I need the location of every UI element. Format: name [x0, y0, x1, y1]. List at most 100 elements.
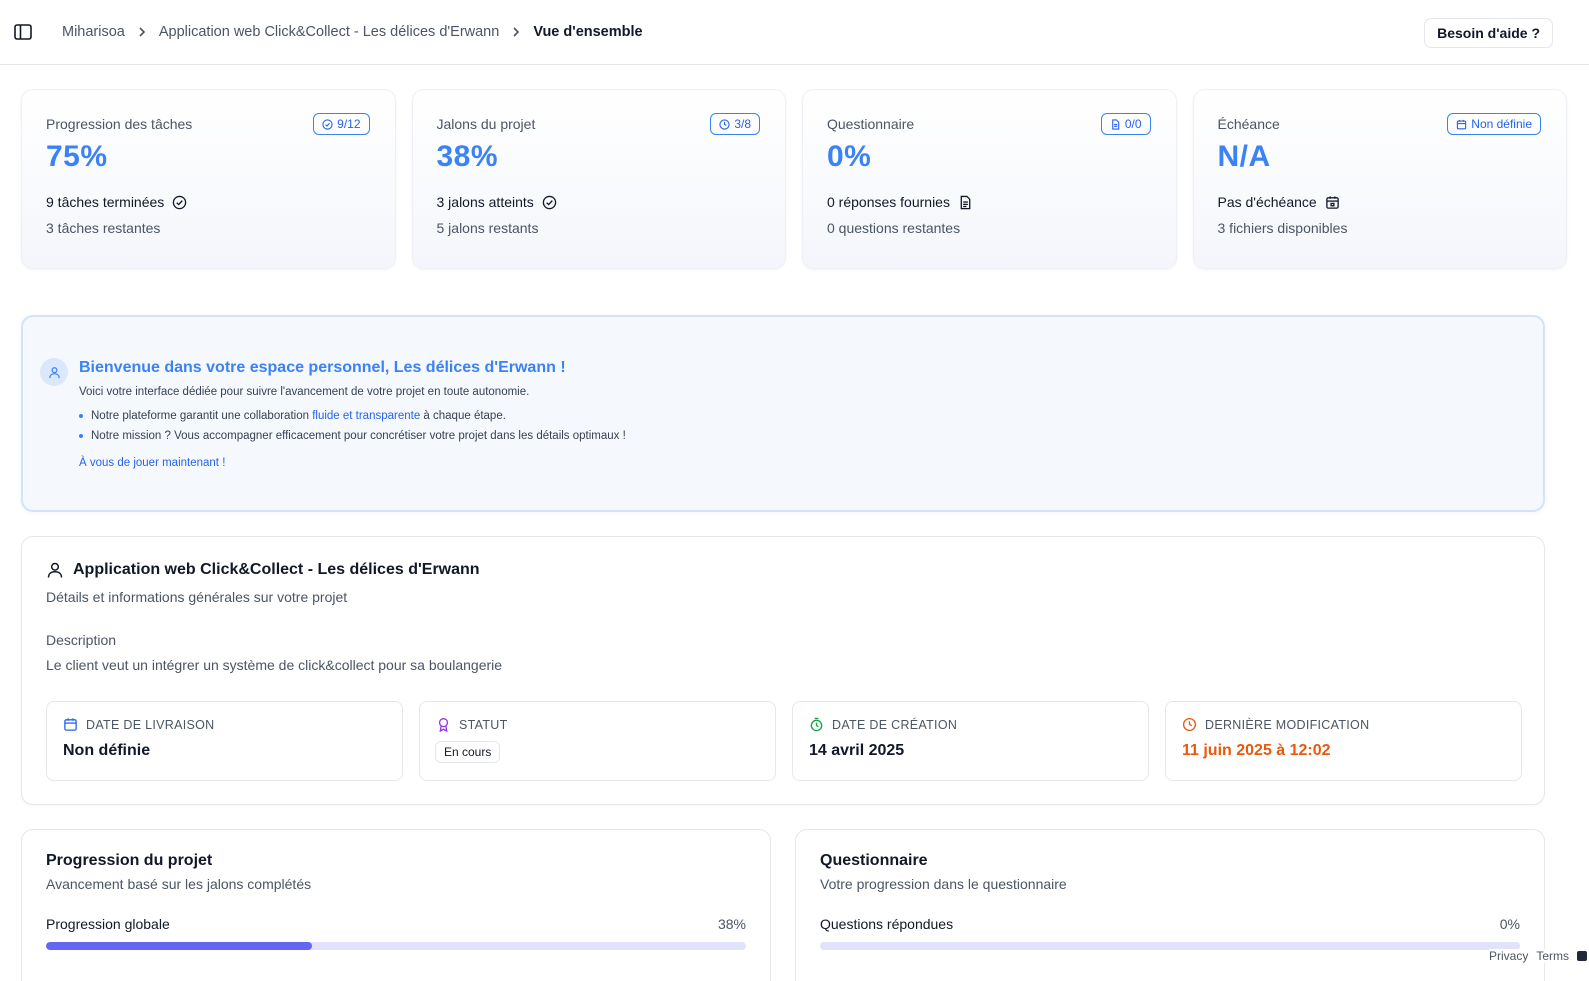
status-badge: En cours: [435, 741, 501, 763]
list-item: Notre mission ? Vous accompagner efficac…: [79, 429, 626, 449]
info-label: DERNIÈRE MODIFICATION: [1182, 717, 1505, 732]
project-details-card: Application web Click&Collect - Les déli…: [21, 536, 1545, 805]
calendar-icon: [1325, 195, 1339, 209]
stats-row: Progression des tâches 9/12 75% 9 tâches…: [21, 89, 1567, 269]
stat-badge: 9/12: [313, 113, 370, 135]
info-label: STATUT: [436, 717, 759, 732]
card-title: Questionnaire: [820, 852, 928, 869]
welcome-subtitle: Voici votre interface dédiée pour suivre…: [79, 386, 530, 398]
info-label: DATE DE LIVRAISON: [63, 717, 386, 732]
progress-percent: 0%: [1499, 916, 1520, 932]
info-label: DATE DE CRÉATION: [809, 717, 1132, 732]
info-box-status: STATUT En cours: [419, 701, 776, 781]
card-title: Progression du projet: [46, 852, 213, 869]
info-label-text: DERNIÈRE MODIFICATION: [1205, 717, 1370, 732]
stat-badge: 0/0: [1100, 113, 1151, 135]
progress-bar-fill: [46, 942, 312, 950]
stat-badge: Non définie: [1447, 113, 1541, 135]
questionnaire-card: Questionnaire Votre progression dans le …: [795, 829, 1545, 981]
stat-secondary-text: 0 questions restantes: [827, 220, 961, 236]
progress-row: Questions répondues 0%: [820, 916, 1520, 932]
stat-primary-line: 0 réponses fournies: [827, 194, 1152, 210]
document-icon: [960, 195, 971, 209]
welcome-title: Bienvenue dans votre espace personnel, L…: [79, 359, 566, 376]
list-item: Notre plateforme garantit une collaborat…: [79, 409, 626, 429]
sidebar-toggle-icon[interactable]: [14, 24, 32, 40]
stat-primary-line: Pas d'échéance: [1218, 194, 1543, 210]
breadcrumb-item-project[interactable]: Application web Click&Collect - Les déli…: [159, 24, 499, 40]
progress-bar: [46, 942, 746, 950]
award-icon: [438, 718, 449, 732]
creation-date-value: 14 avril 2025: [809, 742, 905, 759]
info-label-text: STATUT: [459, 717, 508, 732]
list-item-text: Notre plateforme garantit une collaborat…: [91, 410, 313, 422]
progress-label: Questions répondues: [820, 916, 954, 932]
footer-links: Privacy Terms: [1488, 949, 1587, 963]
stat-primary-text: 9 tâches terminées: [46, 194, 165, 210]
project-info-row: DATE DE LIVRAISON Non définie STATUT En …: [46, 701, 1522, 781]
project-progress-card: Progression du projet Avancement basé su…: [21, 829, 771, 981]
stat-primary-text: 3 jalons atteints: [436, 194, 534, 210]
stat-primary-text: Pas d'échéance: [1217, 194, 1317, 210]
stat-value: 75%: [46, 140, 108, 173]
info-box-created: DATE DE CRÉATION 14 avril 2025: [792, 701, 1149, 781]
description-label: Description: [46, 632, 117, 648]
clock-icon: [1182, 717, 1197, 732]
user-icon: [47, 562, 63, 578]
bottom-row: Progression du projet Avancement basé su…: [21, 829, 1545, 981]
check-circle-icon: [173, 195, 187, 209]
clock-icon: [719, 118, 730, 130]
chevron-right-icon: [512, 26, 520, 38]
card-subtitle: Votre progression dans le questionnaire: [820, 876, 1067, 892]
welcome-list: Notre plateforme garantit une collaborat…: [79, 409, 626, 449]
stat-value: 38%: [436, 140, 499, 173]
clock-check-icon: [322, 118, 333, 130]
app-icon[interactable]: [1577, 951, 1587, 961]
stat-badge-text: 3/8: [734, 117, 751, 131]
check-circle-icon: [542, 195, 557, 209]
timer-icon: [810, 717, 823, 732]
welcome-cta-link[interactable]: À vous de jouer maintenant !: [79, 457, 225, 469]
help-button[interactable]: Besoin d'aide ?: [1424, 18, 1553, 48]
breadcrumb-item-current: Vue d'ensemble: [533, 24, 643, 40]
stat-primary-line: 3 jalons atteints: [437, 194, 762, 210]
info-label-text: DATE DE LIVRAISON: [86, 717, 215, 732]
stat-badge-text: Non définie: [1471, 117, 1532, 131]
stat-primary-line: 9 tâches terminées: [46, 194, 371, 210]
user-icon: [40, 358, 68, 386]
description-text: Le client veut un intégrer un système de…: [46, 657, 503, 673]
info-box-delivery: DATE DE LIVRAISON Non définie: [46, 701, 403, 781]
last-modified-value: 11 juin 2025 à 12:02: [1182, 742, 1331, 759]
delivery-date-value: Non définie: [63, 742, 151, 759]
stat-badge-text: 9/12: [337, 117, 361, 131]
terms-link[interactable]: Terms: [1536, 949, 1569, 963]
info-label-text: DATE DE CRÉATION: [832, 717, 958, 732]
progress-label: Progression globale: [46, 916, 170, 932]
chevron-right-icon: [138, 26, 146, 38]
project-title: Application web Click&Collect - Les déli…: [73, 561, 480, 578]
progress-row: Progression globale 38%: [46, 916, 746, 932]
breadcrumb-item-workspace[interactable]: Miharisoa: [62, 24, 125, 40]
stat-card-questionnaire: Questionnaire 0/0 0% 0 réponses fournies…: [802, 89, 1177, 269]
stat-badge: 3/8: [710, 113, 760, 135]
project-header: Application web Click&Collect - Les déli…: [46, 561, 480, 579]
stat-secondary-text: 5 jalons restants: [436, 220, 539, 236]
welcome-banner: Bienvenue dans votre espace personnel, L…: [21, 315, 1545, 512]
list-item-text: à chaque étape.: [420, 410, 506, 422]
stat-card-tasks: Progression des tâches 9/12 75% 9 tâches…: [21, 89, 396, 269]
info-box-modified: DERNIÈRE MODIFICATION 11 juin 2025 à 12:…: [1165, 701, 1522, 781]
privacy-link[interactable]: Privacy: [1489, 949, 1528, 963]
stat-secondary-text: 3 fichiers disponibles: [1217, 220, 1348, 236]
progress-bar: [820, 942, 1520, 950]
stat-value: 0%: [827, 140, 872, 173]
document-icon: [1112, 118, 1120, 130]
progress-percent: 38%: [717, 916, 746, 932]
calendar-icon: [1457, 119, 1467, 129]
stat-card-deadline: Échéance Non définie N/A Pas d'échéance …: [1192, 89, 1567, 269]
top-header: Miharisoa Application web Click&Collect …: [0, 0, 1589, 65]
calendar-icon: [64, 718, 77, 731]
card-subtitle: Avancement basé sur les jalons complétés: [46, 876, 312, 892]
stat-value: N/A: [1217, 140, 1271, 173]
highlight-text: fluide et transparente: [312, 410, 421, 422]
breadcrumb: Miharisoa Application web Click&Collect …: [62, 24, 643, 40]
